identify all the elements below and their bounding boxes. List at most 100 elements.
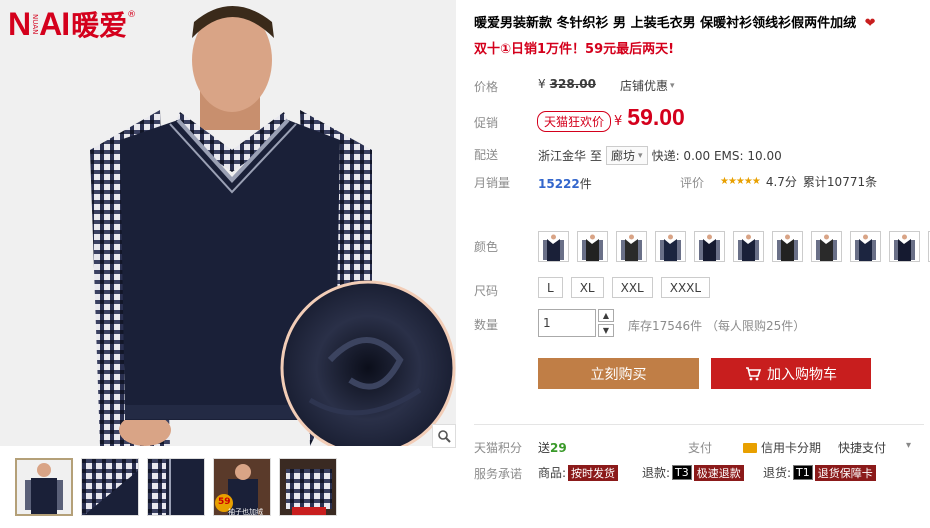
points-prefix: 送	[538, 441, 551, 455]
original-price-currency: ¥	[538, 77, 546, 91]
color-swatch-2-image	[579, 234, 606, 261]
promo-headline: 双十①日销1万件！59元最后两天!	[474, 42, 675, 57]
monthly-sales-unit: 件	[579, 177, 592, 191]
thumbnail-1[interactable]	[15, 458, 73, 516]
service-refund-code: T3	[672, 465, 692, 480]
rating-summary[interactable]: ★★★★★ 4.7分 累计10771条	[720, 173, 877, 190]
payment-label: 支付	[688, 441, 713, 455]
color-swatch-8[interactable]	[811, 231, 842, 262]
thumbnail-1-image	[17, 460, 71, 514]
thumbnail-3[interactable]	[147, 458, 205, 516]
promotion-badge: 天猫狂欢价	[537, 111, 612, 132]
thumbnail-3-image	[148, 459, 204, 515]
buy-now-button[interactable]: 立刻购买	[538, 358, 699, 389]
color-label: 颜色	[474, 240, 499, 254]
thumbnail-4-badge: 59	[218, 497, 231, 507]
ribbon-icon: ❤	[864, 16, 876, 31]
add-to-cart-label: 加入购物车	[767, 366, 837, 383]
quantity-input[interactable]	[538, 309, 596, 337]
monthly-sales-count: 15222	[538, 177, 580, 191]
thumbnail-5[interactable]	[279, 458, 337, 516]
chevron-down-icon: ▼	[602, 326, 610, 335]
service-refund-tag: 极速退款	[693, 464, 744, 481]
points-number: 29	[550, 441, 567, 455]
review-count: 累计10771条	[802, 175, 878, 189]
service-goods-prefix: 商品:	[538, 466, 567, 480]
thumbnail-strip: 59 袖子也加绒	[15, 458, 355, 518]
color-swatch-3-image	[618, 234, 645, 261]
color-swatch-3[interactable]	[616, 231, 647, 262]
color-swatch-10[interactable]	[889, 231, 920, 262]
points-label: 天猫积分	[474, 441, 523, 455]
delivery-label: 配送	[474, 148, 499, 162]
credit-card-icon	[743, 442, 757, 453]
color-swatch-9-image	[852, 234, 879, 261]
color-swatch-7-image	[774, 234, 801, 261]
thumbnail-4[interactable]: 59 袖子也加绒	[213, 458, 271, 516]
chevron-down-icon: ▾	[638, 150, 643, 161]
section-divider	[474, 424, 924, 425]
color-swatch-6[interactable]	[733, 231, 764, 262]
quick-pay[interactable]: 快捷支付	[838, 439, 886, 456]
shop-discount-label: 店铺优惠	[620, 79, 669, 93]
stock-info: 库存17546件 （每人限购25件）	[628, 319, 806, 333]
promotion-label: 促销	[474, 116, 499, 130]
color-swatch-7[interactable]	[772, 231, 803, 262]
service-refund[interactable]: 退款: T3 极速退款	[642, 464, 744, 481]
service-return-code: T1	[793, 465, 813, 480]
service-return[interactable]: 退货: T1 退货保障卡	[763, 464, 876, 481]
shop-discount-dropdown[interactable]: 店铺优惠 ▾	[620, 77, 675, 94]
size-option-xxl[interactable]: XXL	[611, 277, 653, 298]
product-photo	[0, 0, 456, 446]
brand-registered: ®	[127, 10, 137, 20]
brand-logo: N NUAN AI 暖爱 ®	[8, 4, 136, 44]
cart-icon	[746, 366, 761, 380]
original-price-value: 328.00	[549, 77, 596, 91]
thumbnail-2[interactable]	[81, 458, 139, 516]
quantity-decrease-button[interactable]: ▼	[598, 324, 614, 337]
credit-installment-label: 信用卡分期	[761, 441, 822, 455]
add-to-cart-button[interactable]: 加入购物车	[711, 358, 871, 389]
color-swatch-4[interactable]	[655, 231, 686, 262]
color-swatch-1[interactable]	[538, 231, 569, 262]
rating-label: 评价	[680, 176, 705, 190]
quantity-label: 数量	[474, 318, 499, 332]
points-value: 送29	[538, 439, 567, 456]
service-return-prefix: 退货:	[763, 466, 792, 480]
chevron-down-icon: ▾	[670, 80, 675, 91]
color-swatch-4-image	[657, 234, 684, 261]
payment-expand-chevron-icon[interactable]: ▾	[906, 440, 911, 451]
product-title-text: 暖爱男装新款 冬针织衫 男 上装毛衣男 保暖衬衫领线衫假两件加绒	[474, 16, 857, 31]
size-options: L XL XXL XXXL	[538, 277, 711, 298]
delivery-fee: 快递: 0.00 EMS: 10.00	[651, 149, 782, 163]
color-swatch-5-image	[696, 234, 723, 261]
quantity-stepper: ▲ ▼	[598, 309, 614, 337]
promotion-price: ¥ 59.00	[614, 104, 685, 131]
size-option-xxxl[interactable]: XXXL	[660, 277, 711, 298]
monthly-sales: 15222件	[538, 173, 592, 192]
credit-installment[interactable]: 信用卡分期	[743, 439, 821, 456]
brand-logo-cn: 暖爱	[71, 9, 128, 42]
color-swatch-9[interactable]	[850, 231, 881, 262]
service-goods[interactable]: 商品: 按时发货	[538, 464, 619, 481]
brand-logo-n: N	[8, 5, 31, 42]
size-option-xl[interactable]: XL	[570, 277, 604, 298]
size-option-l[interactable]: L	[538, 277, 563, 298]
main-product-image[interactable]	[0, 0, 456, 446]
price-label: 价格	[474, 80, 499, 94]
brand-logo-small: NUAN	[31, 13, 40, 35]
magnifier-icon	[438, 430, 451, 443]
original-price: ¥328.00	[538, 77, 596, 91]
destination-select[interactable]: 廊坊 ▾	[606, 146, 648, 165]
size-label: 尺码	[474, 284, 499, 298]
color-swatch-5[interactable]	[694, 231, 725, 262]
zoom-button[interactable]	[432, 424, 456, 448]
product-title: 暖爱男装新款 冬针织衫 男 上装毛衣男 保暖衬衫领线衫假两件加绒 ❤	[474, 12, 924, 31]
chevron-up-icon: ▲	[602, 311, 610, 320]
destination-value: 廊坊	[611, 149, 636, 163]
thumbnail-5-image	[280, 459, 336, 515]
color-swatch-2[interactable]	[577, 231, 608, 262]
quantity-increase-button[interactable]: ▲	[598, 309, 614, 322]
color-swatches	[538, 231, 930, 262]
brand-logo-ai: AI	[39, 5, 70, 42]
